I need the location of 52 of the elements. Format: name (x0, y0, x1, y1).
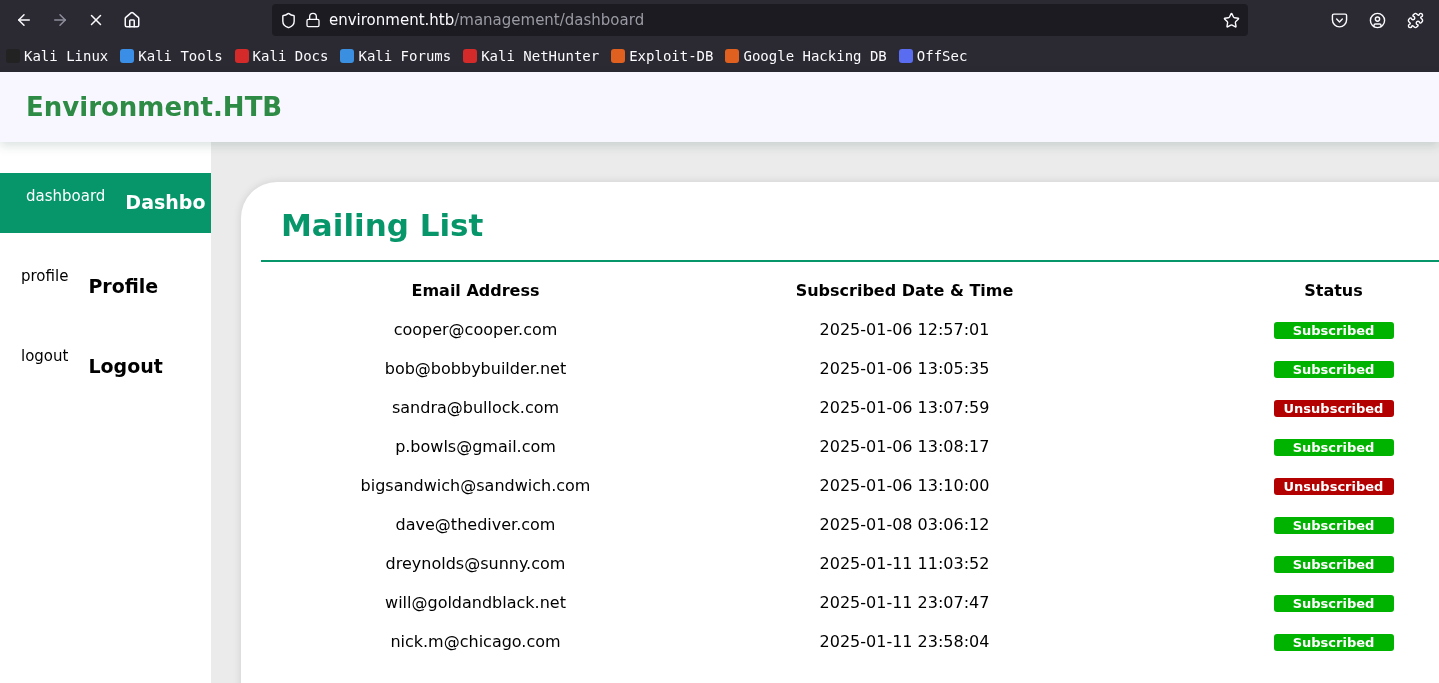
email-cell-text: p.bowls@gmail.com (394, 437, 557, 458)
email-cell-text: cooper@cooper.com (392, 320, 559, 341)
date-cell-text: 2025-01-11 23:07:47 (818, 593, 991, 614)
email-cell-text: bob@bobbybuilder.net (383, 359, 568, 380)
card-title: Mailing List (281, 206, 485, 245)
bookmark-link[interactable]: OffSec (898, 48, 968, 64)
star-icon[interactable] (1223, 11, 1240, 29)
date-cell-text: 2025-01-06 13:10:00 (818, 476, 991, 497)
status-badge: Unsubscribed (1273, 400, 1394, 417)
status-badge: Subscribed (1273, 322, 1394, 339)
date-cell-text: 2025-01-06 13:07:59 (818, 398, 991, 419)
forward-arrow-icon (51, 11, 69, 29)
date-cell-text: 2025-01-08 03:06:12 (818, 515, 991, 536)
status-badge: Subscribed (1273, 517, 1394, 534)
column-header: Email Address (410, 280, 541, 302)
status-badge: Subscribed (1273, 634, 1394, 651)
sidebar-item[interactable]: profile Profile (0, 253, 211, 313)
lock-icon (305, 12, 321, 28)
date-cell-text: 2025-01-11 23:58:04 (818, 632, 991, 653)
email-cell-text: dreynolds@sunny.com (384, 554, 567, 575)
status-badge: Subscribed (1273, 439, 1394, 456)
status-badge: Subscribed (1273, 556, 1394, 573)
site-title: Environment.HTB (26, 92, 283, 122)
date-cell-text: 2025-01-06 13:08:17 (818, 437, 991, 458)
shield-icon (280, 11, 297, 29)
bookmark-link[interactable]: Kali Linux (6, 48, 109, 64)
email-cell-text: sandra@bullock.com (390, 398, 561, 419)
bookmark-link[interactable]: Kali Tools (120, 48, 223, 64)
bookmark-link[interactable]: Google Hacking DB (725, 48, 887, 64)
bookmark-link[interactable]: Exploit-DB (611, 48, 714, 64)
email-cell-text: will@goldandblack.net (384, 593, 567, 614)
status-badge: Subscribed (1273, 361, 1394, 378)
sidebar-item[interactable]: dashboard Dashbo (0, 173, 211, 233)
sidebar-item[interactable]: logout Logout (0, 333, 211, 393)
email-cell-text: dave@thediver.com (394, 515, 557, 536)
home-icon (123, 11, 141, 29)
email-cell-text: bigsandwich@sandwich.com (359, 476, 592, 497)
column-header: Status (1303, 280, 1364, 302)
status-badge: Unsubscribed (1273, 478, 1394, 495)
status-badge: Subscribed (1273, 595, 1394, 612)
account-icon (1368, 11, 1386, 29)
bookmark-link[interactable]: Kali NetHunter (463, 48, 600, 64)
date-cell-text: 2025-01-06 13:05:35 (818, 359, 991, 380)
email-cell-text: nick.m@chicago.com (389, 632, 562, 653)
puzzle-icon (1406, 11, 1424, 29)
bookmark-link[interactable]: Kali Forums (340, 48, 452, 64)
column-header: Subscribed Date & Time (794, 280, 1015, 302)
bookmark-link[interactable]: Kali Docs (234, 48, 329, 64)
pocket-icon (1330, 11, 1348, 29)
date-cell-text: 2025-01-11 11:03:52 (818, 554, 991, 575)
date-cell-text: 2025-01-06 12:57:01 (818, 320, 991, 341)
address-bar[interactable]: environment.htb/management/dashboard (272, 4, 1248, 36)
